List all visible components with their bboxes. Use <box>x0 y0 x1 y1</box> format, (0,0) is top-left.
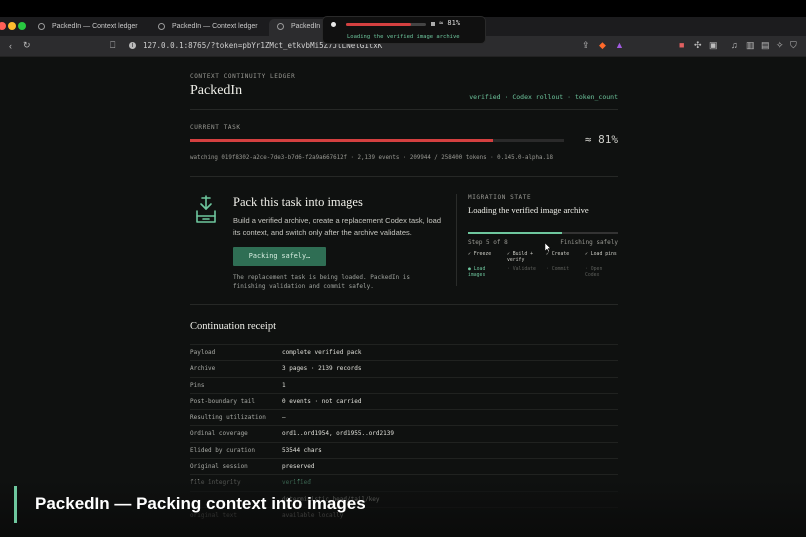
migration-stage: ✓ Load pins <box>585 252 617 257</box>
puzzle-icon[interactable]: ✣ <box>694 41 702 50</box>
task-meta: watching 019f8302-a2ce-7de3-b7d6-f2a9a66… <box>190 155 553 161</box>
table-row: Elided by curation 53544 chars <box>190 441 618 458</box>
overlay-dot-icon <box>331 22 336 27</box>
receipt-value: 53544 chars <box>282 446 322 454</box>
migration-state: Loading the verified image archive <box>468 205 589 215</box>
receipt-value: 1 <box>282 381 286 389</box>
receipt-key: Original session <box>190 463 248 471</box>
migration-label: MIGRATION STATE <box>468 194 532 201</box>
brave-rewards-icon[interactable]: ▲ <box>615 41 624 50</box>
link-separator: · <box>500 93 513 101</box>
share-icon[interactable]: ⇪ <box>582 41 590 50</box>
migration-stage: · Validate <box>507 267 536 272</box>
receipt-value: preserved <box>282 463 315 471</box>
stop-icon[interactable] <box>431 22 435 26</box>
table-row: Archive 3 pages · 2139 records <box>190 360 618 376</box>
table-row: Resulting utilization — <box>190 409 618 425</box>
pack-title: Pack this task into images <box>233 195 363 209</box>
link-verified[interactable]: verified <box>469 93 500 101</box>
sidebar-icon[interactable]: ▥ <box>746 41 755 50</box>
caption-text: PackedIn — Packing context into images <box>35 494 366 513</box>
link-codex-rollout[interactable]: Codex rollout <box>512 93 563 101</box>
progress-overlay: ≈ 81% Loading the verified image archive <box>322 16 486 44</box>
archive-download-icon <box>196 195 216 223</box>
receipt-key: Pins <box>190 381 205 389</box>
receipt-value: 3 pages · 2139 records <box>282 365 362 373</box>
receipt-value: — <box>282 414 286 422</box>
reload-icon[interactable]: ↻ <box>23 41 31 50</box>
vpn-icon[interactable]: ⛉ <box>790 41 797 50</box>
table-row: Pins 1 <box>190 376 618 393</box>
overlay-progress-track <box>346 23 426 26</box>
task-percent: ≈ 81% <box>584 133 618 146</box>
overlay-percent: ≈ 81% <box>439 19 461 27</box>
divider <box>190 304 618 305</box>
receipt-value: ord1..ord1954, ord1955..ord2139 <box>282 430 394 438</box>
menu-icon[interactable]: ⋮ <box>802 41 806 50</box>
wallet-icon[interactable]: ▤ <box>761 41 770 50</box>
migration-stage: ✓ Create <box>546 252 570 257</box>
header-links: verified · Codex rollout · token_count <box>469 93 618 101</box>
migration-stage: ✓ Build + verify <box>507 252 533 263</box>
window-icon[interactable]: ▣ <box>709 41 718 50</box>
caption-accent-bar <box>14 486 17 523</box>
migration-step: Step 5 of 8 <box>468 239 508 246</box>
header-eyebrow: CONTEXT CONTINUITY LEDGER <box>190 73 296 80</box>
pack-note: The replacement task is being loaded. Pa… <box>233 274 411 290</box>
zoom-window-button[interactable] <box>18 22 26 30</box>
close-window-button[interactable] <box>0 22 6 30</box>
tab-label: PackedIn — Context ledger <box>172 23 258 30</box>
receipt-value: complete verified pack <box>282 349 362 356</box>
receipt-key: Post-boundary tail <box>190 397 256 405</box>
music-icon[interactable]: ♫ <box>731 41 738 50</box>
extension-icon[interactable]: ■ <box>679 41 684 50</box>
migration-step-status: Finishing safely <box>560 239 618 246</box>
overlay-progress-fill <box>346 23 411 26</box>
table-row: Original session preserved <box>190 458 618 474</box>
table-row: Post-boundary tail 0 events · not carried <box>190 392 618 409</box>
migration-stage: · Commit <box>546 267 570 272</box>
migration-panel: MIGRATION STATE Loading the verified ima… <box>456 194 618 286</box>
back-icon[interactable]: ‹ <box>9 42 12 51</box>
tab-label: PackedIn — Context ledger <box>52 23 138 30</box>
migration-progress-track <box>468 232 618 234</box>
migration-stage: · Open Codex <box>585 267 603 278</box>
receipt-value: 0 events · not carried <box>282 397 362 405</box>
receipt-key: Resulting utilization <box>190 414 266 422</box>
brave-shield-icon[interactable]: ◆ <box>599 41 606 50</box>
receipt-title: Continuation receipt <box>190 321 277 332</box>
minimize-window-button[interactable] <box>8 22 16 30</box>
browser-tab[interactable]: PackedIn — Context ledger <box>150 19 266 36</box>
table-row: Payload complete verified pack <box>190 344 618 360</box>
overlay-message: Loading the verified image archive <box>347 34 460 40</box>
current-task-label: CURRENT TASK <box>190 124 241 131</box>
page-title: PackedIn <box>190 83 243 98</box>
tab-favicon-icon <box>277 23 284 30</box>
ai-icon[interactable]: ✧ <box>776 41 784 50</box>
table-row: Ordinal coverage ord1..ord1954, ord1955..… <box>190 425 618 441</box>
tab-favicon-icon <box>38 23 45 30</box>
task-progress-fill <box>190 139 493 142</box>
receipt-key: Ordinal coverage <box>190 430 248 438</box>
migration-progress-fill <box>468 232 562 234</box>
receipt-key: Elided by curation <box>190 446 256 454</box>
mouse-cursor-icon <box>545 243 551 252</box>
receipt-key: Archive <box>190 365 216 373</box>
task-progress-track <box>190 139 564 142</box>
link-token-count[interactable]: token_count <box>575 93 618 101</box>
divider <box>190 176 618 177</box>
bookmark-icon[interactable]: ⎕ <box>110 41 115 50</box>
system-top-bar <box>0 0 806 17</box>
packing-button[interactable]: Packing safely… <box>233 247 326 266</box>
tab-favicon-icon <box>158 23 165 30</box>
divider <box>190 109 618 110</box>
receipt-key: Payload <box>190 349 216 356</box>
video-caption: PackedIn — Packing context into images <box>0 480 806 537</box>
pack-description: Build a verified archive, create a repla… <box>233 216 442 237</box>
migration-stage: ✓ Freeze <box>468 252 492 257</box>
browser-tab[interactable]: PackedIn — Context ledger <box>30 19 146 36</box>
info-icon[interactable]: i <box>129 42 136 49</box>
migration-stage: ● Load images <box>468 267 486 278</box>
link-separator: · <box>563 93 575 101</box>
